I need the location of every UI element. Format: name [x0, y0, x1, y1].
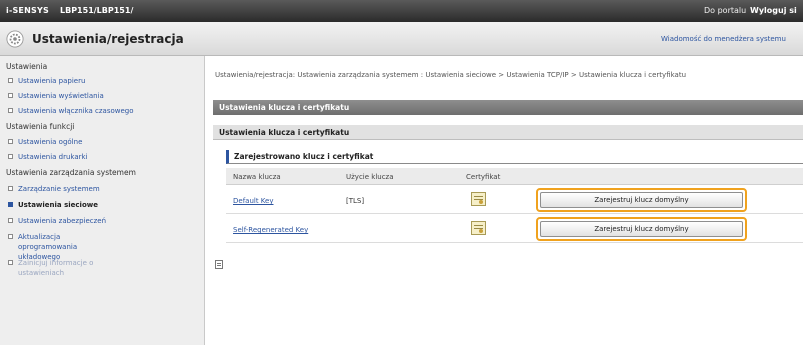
bullet-icon — [8, 154, 13, 159]
sidebar-item-label: Ustawienia drukarki — [18, 153, 88, 161]
subsection-header: Ustawienia klucza i certyfikatu — [213, 125, 803, 140]
sidebar-item-security[interactable]: Ustawienia zabezpieczeń — [8, 216, 198, 226]
column-key-name: Nazwa klucza — [233, 173, 281, 181]
brand-name: i-SENSYS — [6, 6, 49, 15]
table-header: Nazwa klucza Użycie klucza Certyfikat — [226, 168, 803, 185]
sidebar-item-label: Ustawienia sieciowe — [18, 201, 98, 209]
bullet-icon — [8, 139, 13, 144]
bullet-icon — [8, 218, 13, 223]
sidebar-item-label: Ustawienia włącznika czasowego — [18, 107, 134, 115]
table-row: Self-Regenerated Key Zarejestruj klucz d… — [226, 215, 803, 243]
sidebar-item-label: Ustawienia ogólne — [18, 138, 83, 146]
bullet-icon — [8, 234, 13, 239]
key-name-link[interactable]: Self-Regenerated Key — [233, 226, 308, 234]
sidebar-item-network[interactable]: Ustawienia sieciowe — [8, 200, 198, 210]
sidebar-item-reset[interactable]: Zainicjuj informacje o ustawieniach — [8, 258, 103, 278]
bullet-icon — [8, 108, 13, 113]
column-key-usage: Użycie klucza — [346, 173, 394, 181]
section-header: Ustawienia klucza i certyfikatu — [213, 100, 803, 115]
sidebar-item-paper[interactable]: Ustawienia papieru — [8, 76, 198, 86]
sidebar: Ustawienia Ustawienia papieru Ustawienia… — [0, 56, 205, 345]
breadcrumb: Ustawienia/rejestracja: Ustawienia zarzą… — [215, 71, 687, 79]
register-default-key-button[interactable]: Zarejestruj klucz domyślny — [540, 221, 743, 237]
logout-link[interactable]: Wyloguj si — [750, 6, 797, 15]
page-top-icon[interactable] — [215, 260, 223, 269]
sidebar-group-functions: Ustawienia funkcji — [6, 122, 75, 131]
device-model: LBP151/LBP151/ — [60, 6, 134, 15]
page-title: Ustawienia/rejestracja — [32, 32, 184, 46]
bullet-icon — [8, 260, 13, 265]
bullet-icon — [8, 202, 13, 207]
button-highlight: Zarejestruj klucz domyślny — [536, 217, 747, 241]
sidebar-item-general[interactable]: Ustawienia ogólne — [8, 137, 198, 147]
register-default-key-button[interactable]: Zarejestruj klucz domyślny — [540, 192, 743, 208]
sidebar-item-label: Zainicjuj informacje o ustawieniach — [18, 259, 94, 277]
sidebar-item-display[interactable]: Ustawienia wyświetlania — [8, 91, 198, 101]
certificate-icon[interactable] — [471, 192, 486, 206]
key-name-link[interactable]: Default Key — [233, 197, 274, 205]
sidebar-group-system: Ustawienia zarządzania systemem — [6, 168, 136, 177]
portal-link[interactable]: Do portalu — [704, 6, 746, 15]
sidebar-group-settings: Ustawienia — [6, 62, 48, 71]
button-highlight: Zarejestruj klucz domyślny — [536, 188, 747, 212]
top-bar: i-SENSYS LBP151/LBP151/ Do portalu Wylog… — [0, 0, 803, 22]
sidebar-item-system-management[interactable]: Zarządzanie systemem — [8, 184, 198, 194]
bullet-icon — [8, 93, 13, 98]
sidebar-item-label: Ustawienia papieru — [18, 77, 86, 85]
sidebar-item-label: Ustawienia wyświetlania — [18, 92, 104, 100]
column-certificate: Certyfikat — [466, 173, 501, 181]
title-bar: Ustawienia/rejestracja Wiadomość do mene… — [0, 22, 803, 56]
sidebar-item-label: Ustawienia zabezpieczeń — [18, 217, 107, 225]
sidebar-item-label: Zarządzanie systemem — [18, 185, 100, 193]
key-usage: [TLS] — [346, 197, 365, 205]
certificate-icon[interactable] — [471, 221, 486, 235]
sidebar-item-printer[interactable]: Ustawienia drukarki — [8, 152, 198, 162]
gear-icon — [6, 30, 24, 48]
bullet-icon — [8, 186, 13, 191]
bullet-icon — [8, 78, 13, 83]
table-row: Default Key [TLS] Zarejestruj klucz domy… — [226, 186, 803, 214]
registered-keys-title: Zarejestrowano klucz i certyfikat — [226, 150, 803, 164]
sidebar-item-timer[interactable]: Ustawienia włącznika czasowego — [8, 106, 198, 116]
message-to-admin-link[interactable]: Wiadomość do menedżera systemu — [661, 35, 786, 43]
